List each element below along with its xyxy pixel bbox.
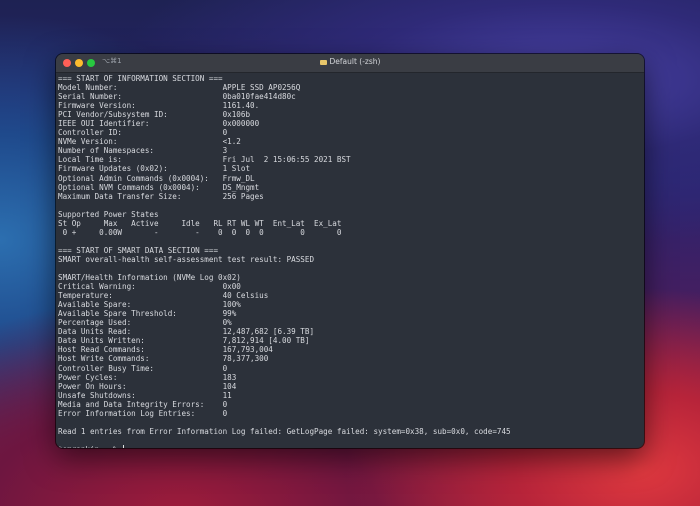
terminal-line-text: Optional NVM Commands (0x0004): DS_Mngmt [58, 182, 260, 192]
terminal-output[interactable]: === START OF INFORMATION SECTION === Mode… [58, 74, 644, 448]
terminal-line-text: Available Spare Threshold: 99% [58, 309, 237, 319]
terminal-line: Error Information Log Entries: 0 [58, 409, 644, 418]
terminal-line-text: Model Number: APPLE SSD AP0256Q [58, 83, 301, 93]
terminal-line-text: Read 1 entries from Error Information Lo… [58, 426, 511, 436]
terminal-line-text: Host Write Commands: 78,377,300 [58, 354, 269, 364]
terminal-line-text: Critical Warning: 0x00 [58, 282, 241, 292]
terminal-line-text: IEEE OUI Identifier: 0x000000 [58, 119, 260, 129]
prompt-line[interactable]: tomrankin ~ % [58, 444, 644, 448]
terminal-line: Maximum Data Transfer Size: 256 Pages [58, 192, 644, 201]
folder-icon [319, 59, 327, 65]
terminal-line: Supported Power States [58, 210, 644, 219]
terminal-line: Firmware Updates (0x02): 1 Slot [58, 164, 644, 173]
terminal-line-text: Controller Busy Time: 0 [58, 363, 228, 373]
terminal-line: PCI Vendor/Subsystem ID: 0x106b [58, 110, 644, 119]
text-cursor [123, 444, 125, 448]
terminal-line: Available Spare Threshold: 99% [58, 309, 644, 318]
terminal-line: Power On Hours: 104 [58, 382, 644, 391]
terminal-line-text: PCI Vendor/Subsystem ID: 0x106b [58, 110, 251, 120]
terminal-line-text: Firmware Updates (0x02): 1 Slot [58, 164, 251, 174]
terminal-line: Model Number: APPLE SSD AP0256Q [58, 83, 644, 92]
terminal-line: Optional Admin Commands (0x0004): Frmw_D… [58, 174, 644, 183]
terminal-line-text: SMART overall-health self-assessment tes… [58, 254, 315, 264]
terminal-line: Read 1 entries from Error Information Lo… [58, 427, 644, 436]
terminal-line-text: SMART/Health Information (NVMe Log 0x02) [58, 273, 241, 283]
terminal-line: Firmware Version: 1161.40. [58, 101, 644, 110]
title-bar[interactable]: ⌥⌘1 Default (-zsh) [56, 54, 644, 73]
terminal-line: Serial Number: 0ba010fae414d80c [58, 92, 644, 101]
terminal-line-text: Host Read Commands: 167,793,004 [58, 345, 273, 355]
terminal-line: Optional NVM Commands (0x0004): DS_Mngmt [58, 183, 644, 192]
terminal-line: Percentage Used: 0% [58, 318, 644, 327]
terminal-line-text: Data Units Written: 7,812,914 [4.00 TB] [58, 336, 310, 346]
terminal-line: Available Spare: 100% [58, 300, 644, 309]
terminal-line: Local Time is: Fri Jul 2 15:06:55 2021 B… [58, 155, 644, 164]
terminal-line-text: St Op Max Active Idle RL RT WL WT Ent_La… [58, 218, 342, 228]
terminal-line: === START OF SMART DATA SECTION === [58, 246, 644, 255]
terminal-line-text: Number of Namespaces: 3 [58, 146, 228, 156]
terminal-line: Media and Data Integrity Errors: 0 [58, 400, 644, 409]
terminal-line: Critical Warning: 0x00 [58, 282, 644, 291]
terminal-line-text: Data Units Read: 12,487,682 [6.39 TB] [58, 327, 315, 337]
terminal-line-text: === START OF SMART DATA SECTION === [58, 245, 219, 255]
terminal-line-text: Power On Hours: 104 [58, 381, 237, 391]
terminal-line: Controller Busy Time: 0 [58, 364, 644, 373]
terminal-line-text: Media and Data Integrity Errors: 0 [58, 399, 228, 409]
terminal-line: Data Units Read: 12,487,682 [6.39 TB] [58, 327, 644, 336]
terminal-line-text: Error Information Log Entries: 0 [58, 408, 228, 418]
terminal-line: Data Units Written: 7,812,914 [4.00 TB] [58, 336, 644, 345]
terminal-line: Number of Namespaces: 3 [58, 146, 644, 155]
window-title: Default (-zsh) [56, 57, 644, 66]
terminal-line: === START OF INFORMATION SECTION === [58, 74, 644, 83]
terminal-line: Host Write Commands: 78,377,300 [58, 354, 644, 363]
terminal-line-text: Local Time is: Fri Jul 2 15:06:55 2021 B… [58, 155, 351, 165]
terminal-line-text: Firmware Version: 1161.40. [58, 101, 260, 111]
terminal-line-text: Maximum Data Transfer Size: 256 Pages [58, 191, 264, 201]
terminal-line-text: Supported Power States [58, 209, 159, 219]
terminal-line-text: Available Spare: 100% [58, 300, 241, 310]
terminal-line-text: 0 + 0.00W - - 0 0 0 0 0 0 [58, 227, 342, 237]
terminal-line: NVMe Version: <1.2 [58, 137, 644, 146]
terminal-line: Temperature: 40 Celsius [58, 291, 644, 300]
terminal-line-text: Power Cycles: 183 [58, 372, 237, 382]
terminal-line: SMART overall-health self-assessment tes… [58, 255, 644, 264]
terminal-line-text: Temperature: 40 Celsius [58, 291, 269, 301]
terminal-line: IEEE OUI Identifier: 0x000000 [58, 119, 644, 128]
terminal-line-text: NVMe Version: <1.2 [58, 137, 241, 147]
terminal-line: Controller ID: 0 [58, 128, 644, 137]
window-title-text: Default (-zsh) [329, 57, 381, 66]
terminal-line: Power Cycles: 183 [58, 373, 644, 382]
terminal-line-text: Percentage Used: 0% [58, 318, 232, 328]
terminal-line: SMART/Health Information (NVMe Log 0x02) [58, 273, 644, 282]
terminal-line-text: === START OF INFORMATION SECTION === [58, 74, 223, 83]
terminal-line-text: Controller ID: 0 [58, 128, 228, 138]
terminal-line: Unsafe Shutdowns: 11 [58, 391, 644, 400]
terminal-line: St Op Max Active Idle RL RT WL WT Ent_La… [58, 219, 644, 228]
terminal-line-text: Serial Number: 0ba010fae414d80c [58, 92, 296, 102]
terminal-window[interactable]: ⌥⌘1 Default (-zsh) === START OF INFORMAT… [56, 54, 644, 448]
terminal-line: Host Read Commands: 167,793,004 [58, 345, 644, 354]
terminal-line: 0 + 0.00W - - 0 0 0 0 0 0 [58, 228, 644, 237]
terminal-line-text: Optional Admin Commands (0x0004): Frmw_D… [58, 173, 255, 183]
shell-prompt: tomrankin ~ % [58, 445, 122, 448]
terminal-line-text: Unsafe Shutdowns: 11 [58, 390, 232, 400]
